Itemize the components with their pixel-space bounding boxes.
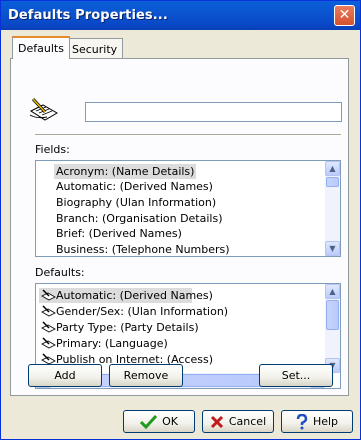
list-item[interactable]: Primary: (Language)	[39, 336, 168, 351]
add-button[interactable]: Add	[28, 364, 102, 387]
list-item[interactable]: Automatic: (Derived Names)	[39, 288, 213, 303]
defaults-vertical-scrollbar[interactable]: ▲ ▼	[325, 284, 340, 373]
divider	[35, 134, 341, 136]
list-item[interactable]: Business: (Telephone Numbers)	[56, 242, 230, 256]
close-icon: ✕	[338, 7, 351, 23]
help-label: Help	[312, 415, 339, 428]
dialog-client: Defaults Security Fields: Acronym: (Name…	[4, 30, 357, 437]
close-x-icon	[210, 415, 223, 429]
scroll-down-icon[interactable]: ▼	[325, 241, 340, 256]
list-item-label: Party Type: (Party Details)	[56, 321, 199, 334]
check-pen-icon	[41, 305, 56, 317]
close-button[interactable]: ✕	[334, 5, 355, 26]
cancel-label: Cancel	[228, 415, 267, 428]
ok-label: OK	[162, 415, 178, 428]
list-item[interactable]: Party Type: (Party Details)	[39, 320, 199, 335]
set-button[interactable]: Set...	[259, 364, 333, 387]
list-item-label: Primary: (Language)	[56, 337, 168, 350]
check-pen-icon	[41, 321, 56, 333]
fields-label: Fields:	[35, 143, 70, 156]
properties-dialog: Defaults Properties... ✕ Defaults Securi…	[0, 0, 361, 440]
fields-listbox[interactable]: Acronym: (Name Details) Automatic: (Deri…	[35, 160, 341, 257]
ok-button[interactable]: OK	[123, 410, 195, 433]
window-title: Defaults Properties...	[8, 8, 168, 23]
pen-paper-icon	[29, 97, 58, 121]
list-item[interactable]: Acronym: (Name Details)	[54, 164, 197, 179]
cancel-button[interactable]: Cancel	[202, 410, 274, 433]
list-item-label: Gender/Sex: (Ulan Information)	[56, 305, 229, 318]
list-item[interactable]: Gender/Sex: (Ulan Information)	[39, 304, 228, 319]
list-item[interactable]: Automatic: (Derived Names)	[56, 179, 213, 194]
scroll-thumb[interactable]	[326, 300, 339, 330]
defaults-tab-panel: Fields: Acronym: (Name Details) Automati…	[10, 58, 349, 396]
check-pen-icon	[41, 337, 56, 349]
scroll-up-icon[interactable]: ▲	[325, 284, 340, 299]
check-pen-icon	[41, 289, 56, 301]
defaults-label: Defaults:	[35, 266, 85, 279]
list-item[interactable]: Biography (Ulan Information)	[56, 195, 216, 210]
tab-defaults[interactable]: Defaults	[12, 36, 70, 59]
tab-security[interactable]: Security	[66, 38, 124, 59]
help-question-icon	[296, 414, 308, 430]
list-item-label: Automatic: (Derived Names)	[56, 289, 213, 302]
help-button[interactable]: Help	[281, 410, 353, 433]
fields-vertical-scrollbar[interactable]: ▲ ▼	[325, 161, 340, 256]
title-bar[interactable]: Defaults Properties... ✕	[1, 1, 360, 30]
list-item[interactable]: Branch: (Organisation Details)	[56, 211, 223, 226]
remove-button[interactable]: Remove	[109, 364, 183, 387]
check-icon	[140, 415, 158, 429]
list-item[interactable]: Brief: (Derived Names)	[56, 226, 182, 241]
scroll-thumb[interactable]	[326, 177, 339, 187]
scroll-up-icon[interactable]: ▲	[325, 161, 340, 176]
name-input[interactable]	[85, 102, 342, 122]
